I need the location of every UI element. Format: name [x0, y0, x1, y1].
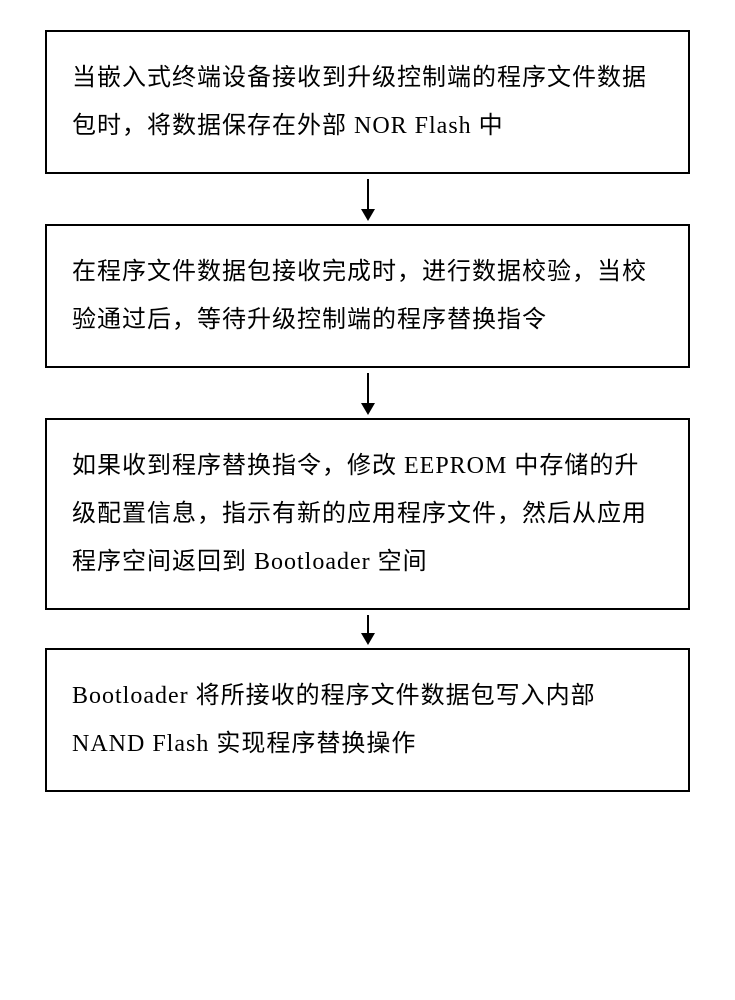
flow-step-2-text: 在程序文件数据包接收完成时，进行数据校验，当校验通过后，等待升级控制端的程序替换… [72, 259, 647, 333]
arrow-line [367, 373, 369, 403]
arrow-line [367, 179, 369, 209]
flow-step-3-text: 如果收到程序替换指令，修改 EEPROM 中存储的升级配置信息，指示有新的应用程… [72, 453, 647, 575]
arrow-head-icon [361, 633, 375, 645]
arrow-line [367, 615, 369, 633]
arrow-head-icon [361, 403, 375, 415]
arrow-1 [361, 179, 375, 221]
arrow-3 [361, 615, 375, 645]
flow-step-1-text: 当嵌入式终端设备接收到升级控制端的程序文件数据包时，将数据保存在外部 NOR F… [72, 65, 647, 139]
arrow-2 [361, 373, 375, 415]
arrow-head-icon [361, 209, 375, 221]
flow-step-1: 当嵌入式终端设备接收到升级控制端的程序文件数据包时，将数据保存在外部 NOR F… [45, 30, 690, 174]
flow-step-3: 如果收到程序替换指令，修改 EEPROM 中存储的升级配置信息，指示有新的应用程… [45, 418, 690, 610]
flow-step-4-text: Bootloader 将所接收的程序文件数据包写入内部 NAND Flash 实… [72, 683, 596, 757]
flow-step-2: 在程序文件数据包接收完成时，进行数据校验，当校验通过后，等待升级控制端的程序替换… [45, 224, 690, 368]
flow-step-4: Bootloader 将所接收的程序文件数据包写入内部 NAND Flash 实… [45, 648, 690, 792]
